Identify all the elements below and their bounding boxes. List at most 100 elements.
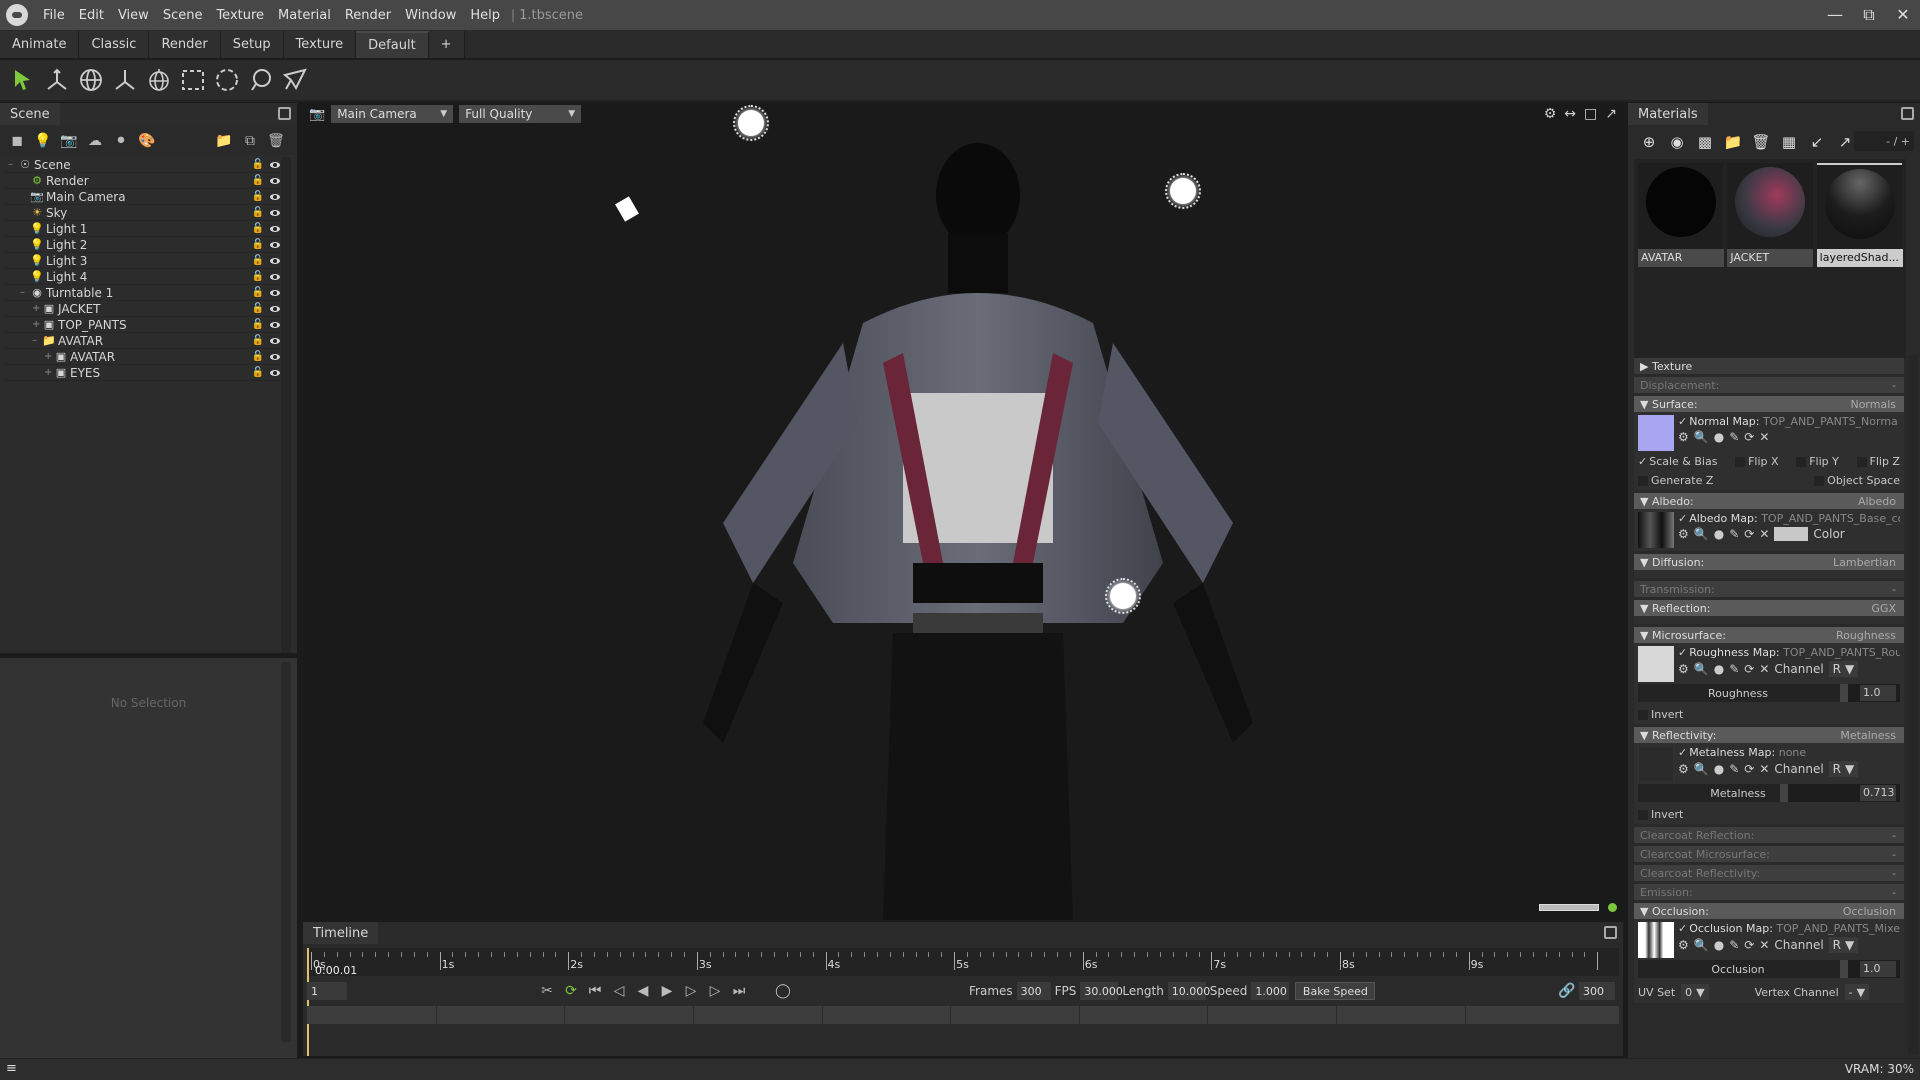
albedo-map-thumbnail[interactable] bbox=[1638, 512, 1674, 548]
lock-icon[interactable]: 🔓 bbox=[252, 191, 264, 202]
tree-expander-icon[interactable]: – bbox=[32, 335, 42, 346]
delete-trash-icon[interactable]: 🗑 bbox=[1750, 131, 1772, 153]
lock-icon[interactable]: 🔓 bbox=[252, 159, 264, 170]
pencil-icon[interactable]: ✎ bbox=[1729, 662, 1739, 676]
lock-icon[interactable]: 🔓 bbox=[252, 335, 264, 346]
sphere-preview-icon[interactable]: ● bbox=[1714, 662, 1724, 676]
slider-knob[interactable] bbox=[1840, 960, 1848, 978]
scene-tree-item[interactable]: + ▣ TOP_PANTS 🔓 bbox=[4, 317, 284, 333]
rotate-tool[interactable] bbox=[74, 63, 108, 97]
tree-expander-icon[interactable]: + bbox=[32, 319, 42, 330]
check-icon[interactable]: ✓ bbox=[1678, 512, 1687, 525]
sphere-preview-icon[interactable]: ● bbox=[1714, 938, 1724, 952]
close-icon[interactable]: ✕ bbox=[1759, 430, 1769, 444]
step-back-icon[interactable]: ◀ bbox=[631, 983, 655, 999]
close-icon[interactable]: ✕ bbox=[1759, 762, 1769, 776]
scene-tree-item[interactable]: – ☉ Scene 🔓 bbox=[4, 157, 284, 173]
reload-icon[interactable]: ⟳ bbox=[1744, 662, 1754, 676]
menu-file[interactable]: File bbox=[36, 8, 72, 23]
new-folder-icon[interactable]: 📁 bbox=[213, 130, 235, 152]
add-material-icon[interactable]: ⊕ bbox=[1638, 131, 1660, 153]
flip-y-checkbox[interactable]: Flip Y bbox=[1796, 455, 1839, 468]
materials-scrollbar[interactable] bbox=[1908, 355, 1918, 1055]
quality-dropdown[interactable]: Full Quality ▼ bbox=[459, 105, 582, 123]
pencil-icon[interactable]: ✎ bbox=[1729, 762, 1739, 776]
gear-icon[interactable]: ⚙ bbox=[1678, 938, 1689, 952]
restore-button[interactable]: ⧉ bbox=[1852, 5, 1886, 25]
step-forward-icon[interactable]: ▷ bbox=[679, 983, 703, 999]
lock-icon[interactable]: 🔓 bbox=[252, 287, 264, 298]
popout-icon[interactable] bbox=[1901, 107, 1914, 120]
reflection-section[interactable]: ▼ Reflection: GGX bbox=[1634, 600, 1904, 616]
menu-material[interactable]: Material bbox=[271, 8, 338, 23]
scene-tree-item[interactable]: 💡 Light 4 🔓 bbox=[4, 269, 284, 285]
folder-icon[interactable]: 📁 bbox=[1722, 131, 1744, 153]
material-counter[interactable]: - / + bbox=[1854, 131, 1914, 151]
slider-knob[interactable] bbox=[1840, 684, 1848, 702]
tab-setup[interactable]: Setup bbox=[220, 31, 284, 58]
transmission-section[interactable]: Transmission: - bbox=[1634, 581, 1904, 597]
gear-icon[interactable]: ⚙ bbox=[1678, 527, 1689, 541]
map-file[interactable]: TOP_AND_PANTS_Norma bbox=[1763, 415, 1898, 428]
scene-tree-item[interactable]: 💡 Light 3 🔓 bbox=[4, 253, 284, 269]
add-material-palette-icon[interactable]: 🎨 bbox=[136, 130, 158, 152]
map-file[interactable]: TOP_AND_PANTS_Rou bbox=[1783, 646, 1900, 659]
search-icon[interactable]: 🔍 bbox=[1694, 938, 1709, 952]
clearcoat-reflectivity-section[interactable]: Clearcoat Reflectivity: - bbox=[1634, 865, 1904, 881]
add-tab-button[interactable]: + bbox=[428, 31, 465, 58]
albedo-section[interactable]: ▼ Albedo: Albedo bbox=[1634, 493, 1904, 509]
maximize-icon[interactable]: □ bbox=[1584, 106, 1597, 122]
lock-icon[interactable]: 🔓 bbox=[252, 223, 264, 234]
skip-to-end-icon[interactable]: ⏭ bbox=[727, 983, 751, 999]
tab-animate[interactable]: Animate bbox=[0, 31, 80, 58]
section-value-dropdown[interactable]: Lambertian bbox=[1833, 556, 1896, 569]
occlusion-map-thumbnail[interactable] bbox=[1638, 922, 1674, 958]
close-button[interactable]: ✕ bbox=[1886, 5, 1920, 25]
camera-dropdown[interactable]: Main Camera ▼ bbox=[331, 105, 454, 123]
lock-icon[interactable]: 🔓 bbox=[252, 319, 264, 330]
generate-z-checkbox[interactable]: Generate Z bbox=[1638, 474, 1713, 487]
search-icon[interactable]: 🔍 bbox=[1694, 430, 1709, 444]
visibility-eye-icon[interactable] bbox=[270, 289, 280, 296]
light-gizmo[interactable] bbox=[1105, 578, 1141, 614]
scene-tree-item[interactable]: ⚙ Render 🔓 bbox=[4, 173, 284, 189]
circle-select-tool[interactable] bbox=[210, 63, 244, 97]
surface-section[interactable]: ▼ Surface: Normals bbox=[1634, 396, 1904, 412]
add-shadow-catcher-icon[interactable]: ⚫ bbox=[110, 130, 132, 152]
visibility-eye-icon[interactable] bbox=[270, 337, 280, 344]
timeline-ruler[interactable]: 0:00.01 0s 1s 2s 3s 4s 5s 6s 7s 8s 9s bbox=[307, 948, 1619, 977]
reflectivity-section[interactable]: ▼ Reflectivity: Metalness bbox=[1634, 727, 1904, 743]
gear-icon[interactable]: ⚙ bbox=[1678, 762, 1689, 776]
flip-z-checkbox[interactable]: Flip Z bbox=[1856, 455, 1900, 468]
popout-icon[interactable] bbox=[278, 107, 291, 120]
occlusion-section[interactable]: ▼ Occlusion: Occlusion bbox=[1634, 903, 1904, 919]
popout-icon[interactable]: ↗ bbox=[1605, 106, 1617, 122]
scene-tree-item[interactable]: + ▣ JACKET 🔓 bbox=[4, 301, 284, 317]
timeline-tab[interactable]: Timeline bbox=[303, 922, 379, 944]
check-icon[interactable]: ✓ bbox=[1678, 415, 1687, 428]
current-frame-field[interactable]: 1 bbox=[307, 982, 347, 1000]
length-field[interactable]: 10.000 bbox=[1167, 982, 1210, 1000]
checker-material-icon[interactable]: ▩ bbox=[1694, 131, 1716, 153]
search-icon[interactable]: 🔍 bbox=[1694, 662, 1709, 676]
tree-expander-icon[interactable]: + bbox=[44, 351, 54, 362]
sphere-preview-icon[interactable]: ● bbox=[1714, 430, 1724, 444]
scene-tree-item[interactable]: ☀ Sky 🔓 bbox=[4, 205, 284, 221]
import-material-icon[interactable]: ↙ bbox=[1806, 131, 1828, 153]
frames-field[interactable]: 300 bbox=[1016, 982, 1051, 1000]
object-space-checkbox[interactable]: Object Space bbox=[1814, 474, 1900, 487]
section-value-dropdown[interactable]: - bbox=[1892, 583, 1896, 596]
axis-tool[interactable] bbox=[108, 63, 142, 97]
scene-tree-item[interactable]: + ▣ AVATAR 🔓 bbox=[4, 349, 284, 365]
section-value-dropdown[interactable]: - bbox=[1892, 867, 1896, 880]
section-value-dropdown[interactable]: - bbox=[1892, 379, 1896, 392]
loop-icon[interactable]: ⟳ bbox=[559, 983, 583, 999]
next-key-icon[interactable]: ▷ bbox=[703, 983, 727, 999]
end-frame-field[interactable]: 300 bbox=[1579, 982, 1615, 1000]
tab-render[interactable]: Render bbox=[149, 31, 221, 58]
tree-expander-icon[interactable]: + bbox=[32, 303, 42, 314]
link-icon[interactable]: 🔗 bbox=[1555, 983, 1579, 999]
pencil-icon[interactable]: ✎ bbox=[1729, 527, 1739, 541]
console-icon[interactable]: ≡ bbox=[6, 1061, 17, 1076]
section-value-dropdown[interactable]: - bbox=[1892, 886, 1896, 899]
